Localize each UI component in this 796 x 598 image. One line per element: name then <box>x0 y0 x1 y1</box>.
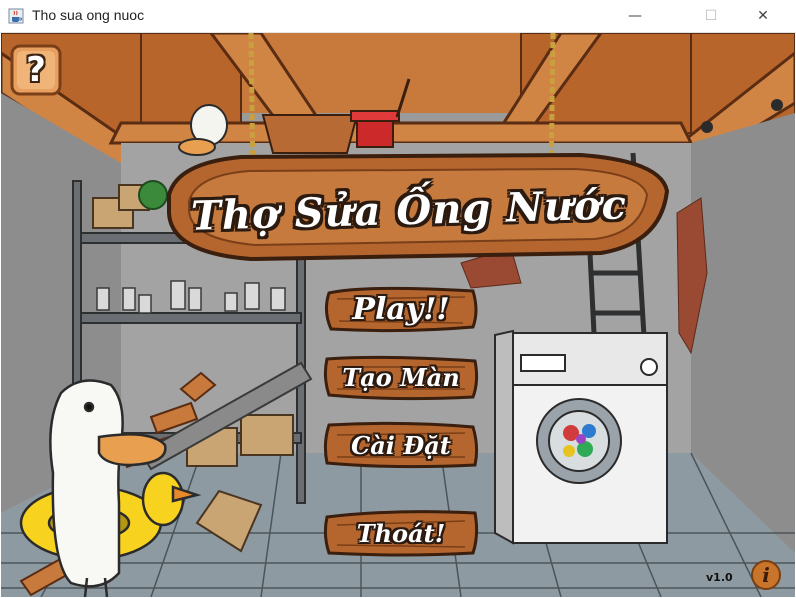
create-level-button[interactable]: Tạo Màn <box>323 353 479 401</box>
minimize-button[interactable]: — <box>612 0 658 32</box>
create-level-label: Tạo Màn <box>342 362 460 392</box>
java-cup-icon <box>8 8 24 24</box>
game-canvas: Thợ Sửa Ống Nước Play!! Tạo Màn Cài Đặt … <box>1 33 795 597</box>
settings-label: Cài Đặt <box>351 430 451 460</box>
quit-label: Thoát! <box>356 518 446 548</box>
game-title: Thợ Sửa Ống Nước <box>190 180 628 240</box>
window-title: Tho sua ong nuoc <box>32 7 145 23</box>
quit-button[interactable]: Thoát! <box>323 509 479 557</box>
settings-button[interactable]: Cài Đặt <box>323 421 479 469</box>
help-button[interactable] <box>10 44 62 96</box>
window-titlebar: Tho sua ong nuoc — ☐ ✕ <box>0 0 796 33</box>
info-button[interactable] <box>751 560 781 590</box>
close-button[interactable]: ✕ <box>740 0 786 32</box>
maximize-button[interactable]: ☐ <box>688 0 734 32</box>
version-label: v1.0 <box>706 571 733 584</box>
play-label: Play!! <box>352 291 450 327</box>
play-button[interactable]: Play!! <box>323 285 479 333</box>
